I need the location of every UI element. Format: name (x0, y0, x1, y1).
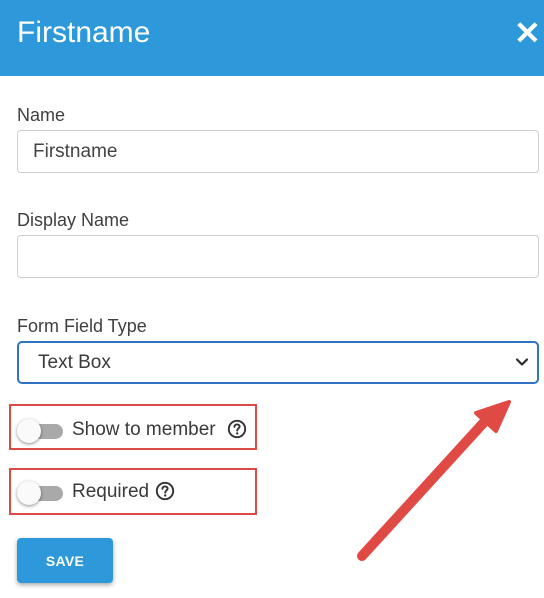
show-to-member-toggle[interactable] (17, 416, 63, 444)
name-label: Name (17, 105, 66, 125)
dialog-header: Firstname ✕ (0, 0, 544, 76)
dialog-title: Firstname (17, 16, 151, 49)
form-field-type-value: Text Box (38, 352, 111, 373)
form-field-type-label: Form Field Type (17, 316, 147, 336)
chevron-down-icon (515, 358, 529, 366)
name-input[interactable] (17, 130, 539, 173)
question-circle-icon[interactable] (155, 481, 175, 501)
close-icon[interactable]: ✕ (514, 17, 541, 49)
save-button[interactable]: SAVE (17, 538, 113, 583)
show-to-member-row: Show to member (17, 416, 257, 444)
toggle-knob (17, 481, 41, 505)
question-circle-icon[interactable] (227, 419, 247, 439)
required-row: Required (17, 478, 197, 506)
required-toggle[interactable] (17, 478, 63, 506)
form-field-type-select[interactable]: Text Box (17, 341, 539, 384)
display-name-label: Display Name (17, 210, 130, 230)
toggle-knob (17, 419, 41, 443)
required-label: Required (72, 481, 150, 502)
show-to-member-label: Show to member (72, 419, 216, 440)
display-name-input[interactable] (17, 235, 539, 278)
